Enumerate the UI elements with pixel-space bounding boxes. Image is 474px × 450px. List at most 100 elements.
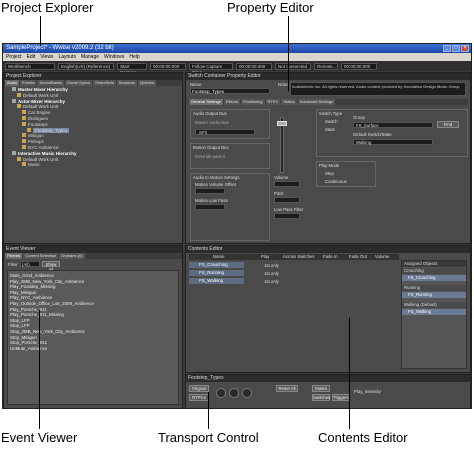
tab-positioning[interactable]: Positioning <box>240 99 265 105</box>
switch-type-group: Switch Type Switch State Group FS_Surfac… <box>316 109 468 157</box>
project-explorer-panel: Project Explorer Audio Events SoundBanks… <box>3 72 183 244</box>
start-capture-button[interactable]: Start Capture <box>117 62 147 75</box>
sfx-bus-field[interactable]: SFX <box>195 129 255 135</box>
filter-label: Filter <box>8 262 18 267</box>
assigned-item[interactable]: FS_Walking <box>402 309 466 315</box>
col-volume[interactable]: Volume <box>375 254 399 260</box>
remote-button[interactable]: Remote... <box>314 62 338 70</box>
hierarchy-icon <box>12 150 16 155</box>
menu-views[interactable]: Views <box>40 53 53 61</box>
maximize-icon[interactable]: □ <box>452 45 460 52</box>
menu-windows[interactable]: Windows <box>104 53 124 61</box>
switches-button[interactable]: Switches <box>312 394 330 401</box>
rtpcs-button[interactable]: RTPCs <box>189 394 209 401</box>
name-field[interactable]: Footstep_Types <box>190 88 270 94</box>
pitch-field[interactable] <box>274 197 300 203</box>
follow-capture-button[interactable]: Follow Capture Time <box>189 62 233 75</box>
transport-title: Footstep_Types <box>186 375 470 382</box>
state-radio[interactable]: State <box>325 127 335 132</box>
tab-effects[interactable]: Effects <box>223 99 240 105</box>
menu-layouts[interactable]: Layouts <box>58 53 76 61</box>
assigned-item[interactable]: FS_Running <box>402 292 466 298</box>
tree-item-label: Default Work Unit <box>23 104 59 110</box>
callout-transport-control: Transport Control <box>158 430 259 445</box>
col-fade-out[interactable]: Fade Out <box>349 254 375 260</box>
tree-item-label: Default Work Unit <box>23 92 59 98</box>
bus-value: Master Audio Bus <box>195 120 229 125</box>
find-button[interactable]: Find <box>437 121 459 128</box>
folder-icon <box>27 127 31 132</box>
minimize-icon[interactable]: _ <box>443 45 451 52</box>
tab-game-syncs[interactable]: Game Syncs <box>65 80 93 86</box>
tab-events[interactable]: Events <box>20 80 37 86</box>
audio-output-bus-group: Audio Output Bus Master Audio Bus SFX <box>190 109 270 139</box>
menu-edit[interactable]: Edit <box>27 53 36 61</box>
menu-manage[interactable]: Manage <box>81 53 99 61</box>
switch-type-label: Switch Type <box>319 111 343 116</box>
contents-row-play[interactable]: 1st only <box>264 263 279 268</box>
tab-audio[interactable]: Audio <box>5 80 20 86</box>
states-button[interactable]: States <box>312 385 330 392</box>
transport-control-panel: Footstep_Types Original RTPCs Reset All … <box>185 374 471 408</box>
volume-field[interactable] <box>274 181 300 187</box>
tab-general-settings[interactable]: General Settings <box>189 99 223 105</box>
col-name[interactable]: Name <box>189 254 261 260</box>
tab-orphans[interactable]: Orphans (0) <box>59 253 85 259</box>
tree-item-label: Default Work Unit <box>23 156 59 162</box>
tab-sessions[interactable]: Sessions <box>116 80 137 86</box>
event-item[interactable]: UnMute_Ambience <box>10 346 176 352</box>
tab-sharesets[interactable]: ShareSets <box>93 80 116 86</box>
hierarchy-icon <box>12 98 16 103</box>
tab-states[interactable]: States <box>281 99 297 105</box>
event-viewer-title: Event Viewer <box>4 246 182 253</box>
tab-rtpc[interactable]: RTPC <box>265 99 281 105</box>
name-label: Name <box>190 82 202 87</box>
contents-editor-title: Contents Editor <box>186 246 470 253</box>
col-fade-in[interactable]: Fade In <box>323 254 349 260</box>
tab-queries[interactable]: Queries <box>137 80 156 86</box>
tree-item-label: Pickups <box>28 139 44 145</box>
switch-radio[interactable]: Switch <box>325 119 338 124</box>
group-field[interactable]: FS_Surface <box>353 122 433 128</box>
tab-filtered[interactable]: Filtered <box>5 253 23 259</box>
contents-row-play[interactable]: 1st only <box>264 271 279 276</box>
show-all-button[interactable]: Show All <box>42 261 60 272</box>
contents-row-play[interactable]: 1st only <box>264 279 279 284</box>
triggers-button[interactable]: Triggers <box>332 394 350 401</box>
col-across-switches[interactable]: Across Switches <box>283 254 323 260</box>
tab-advanced-settings[interactable]: Advanced Settings <box>297 99 336 105</box>
contents-row[interactable]: FS_Running <box>189 270 244 276</box>
default-switch-field[interactable]: Walking <box>353 139 433 145</box>
layout-select[interactable]: Workbench <box>5 62 55 70</box>
notes-field[interactable]: Audiokinetic Inc. All rights reserved. A… <box>290 82 466 96</box>
menu-project[interactable]: Project <box>6 53 22 61</box>
tab-soundbanks[interactable]: SoundBanks <box>37 80 65 86</box>
low-pass-filter-field[interactable] <box>274 213 300 219</box>
capture-time-readout: 00:00:00.000 <box>150 62 186 70</box>
motion-low-pass-field[interactable] <box>195 204 225 210</box>
stop-icon[interactable] <box>216 388 226 398</box>
project-tree: Master-Mixer Hierarchy Default Work Unit A… <box>4 86 182 169</box>
contents-row[interactable]: FS_Walking <box>189 278 244 284</box>
play-icon[interactable] <box>229 388 239 398</box>
callout-line-contents-editor <box>349 318 350 429</box>
col-play[interactable]: Play <box>261 254 283 260</box>
assigned-item[interactable]: FS_Crouching <box>402 275 466 281</box>
tree-item[interactable]: Music <box>7 162 179 168</box>
language-select[interactable]: English(US) (Reference) <box>58 62 114 70</box>
callout-line-property-editor <box>288 16 289 91</box>
property-editor-panel: Switch Container Property Editor Name Fo… <box>185 72 471 244</box>
motion-volume-offset-field[interactable] <box>195 188 225 194</box>
filter-select[interactable]: (All) <box>20 261 40 267</box>
tab-current-selection[interactable]: Current Selection <box>23 253 59 259</box>
menu-help[interactable]: Help <box>129 53 139 61</box>
contents-row[interactable]: FS_Crouching <box>189 262 244 268</box>
original-button[interactable]: Original <box>189 385 209 392</box>
step-radio[interactable]: Step <box>325 171 334 176</box>
audio-output-bus-label: Audio Output Bus <box>193 111 227 116</box>
pause-icon[interactable] <box>242 388 252 398</box>
continuous-radio[interactable]: Continuous <box>325 179 347 184</box>
close-icon[interactable]: × <box>461 45 469 52</box>
reset-all-button[interactable]: Reset All <box>276 385 298 392</box>
volume-slider-thumb[interactable] <box>277 121 287 126</box>
